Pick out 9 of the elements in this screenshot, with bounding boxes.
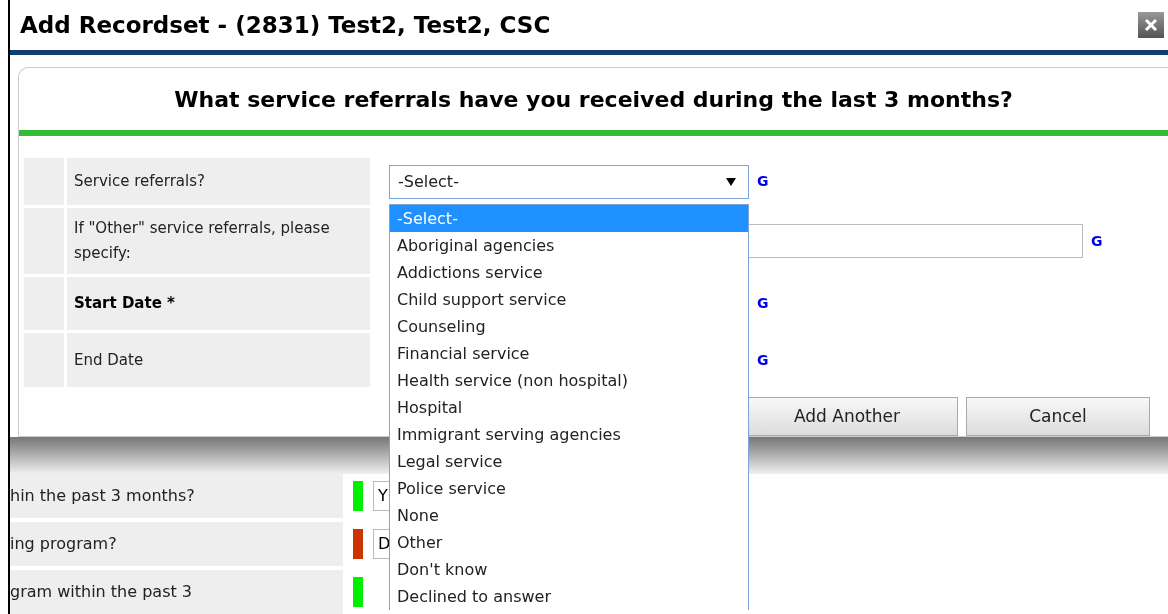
field-label: End Date xyxy=(74,349,144,371)
background-label: hin the past 3 months? xyxy=(10,485,195,507)
field-label: Service referrals? xyxy=(74,171,205,193)
window-title: Add Recordset - (2831) Test2, Test2, CSC xyxy=(20,10,551,40)
background-label: ing program? xyxy=(10,533,117,555)
background-label: gram within the past 3 xyxy=(10,581,192,603)
field-label: Start Date * xyxy=(74,293,175,315)
field-label: If "Other" service referrals, please specify: xyxy=(74,218,330,265)
question-heading: What service referrals have you received during the last 3 months? xyxy=(174,85,1013,114)
